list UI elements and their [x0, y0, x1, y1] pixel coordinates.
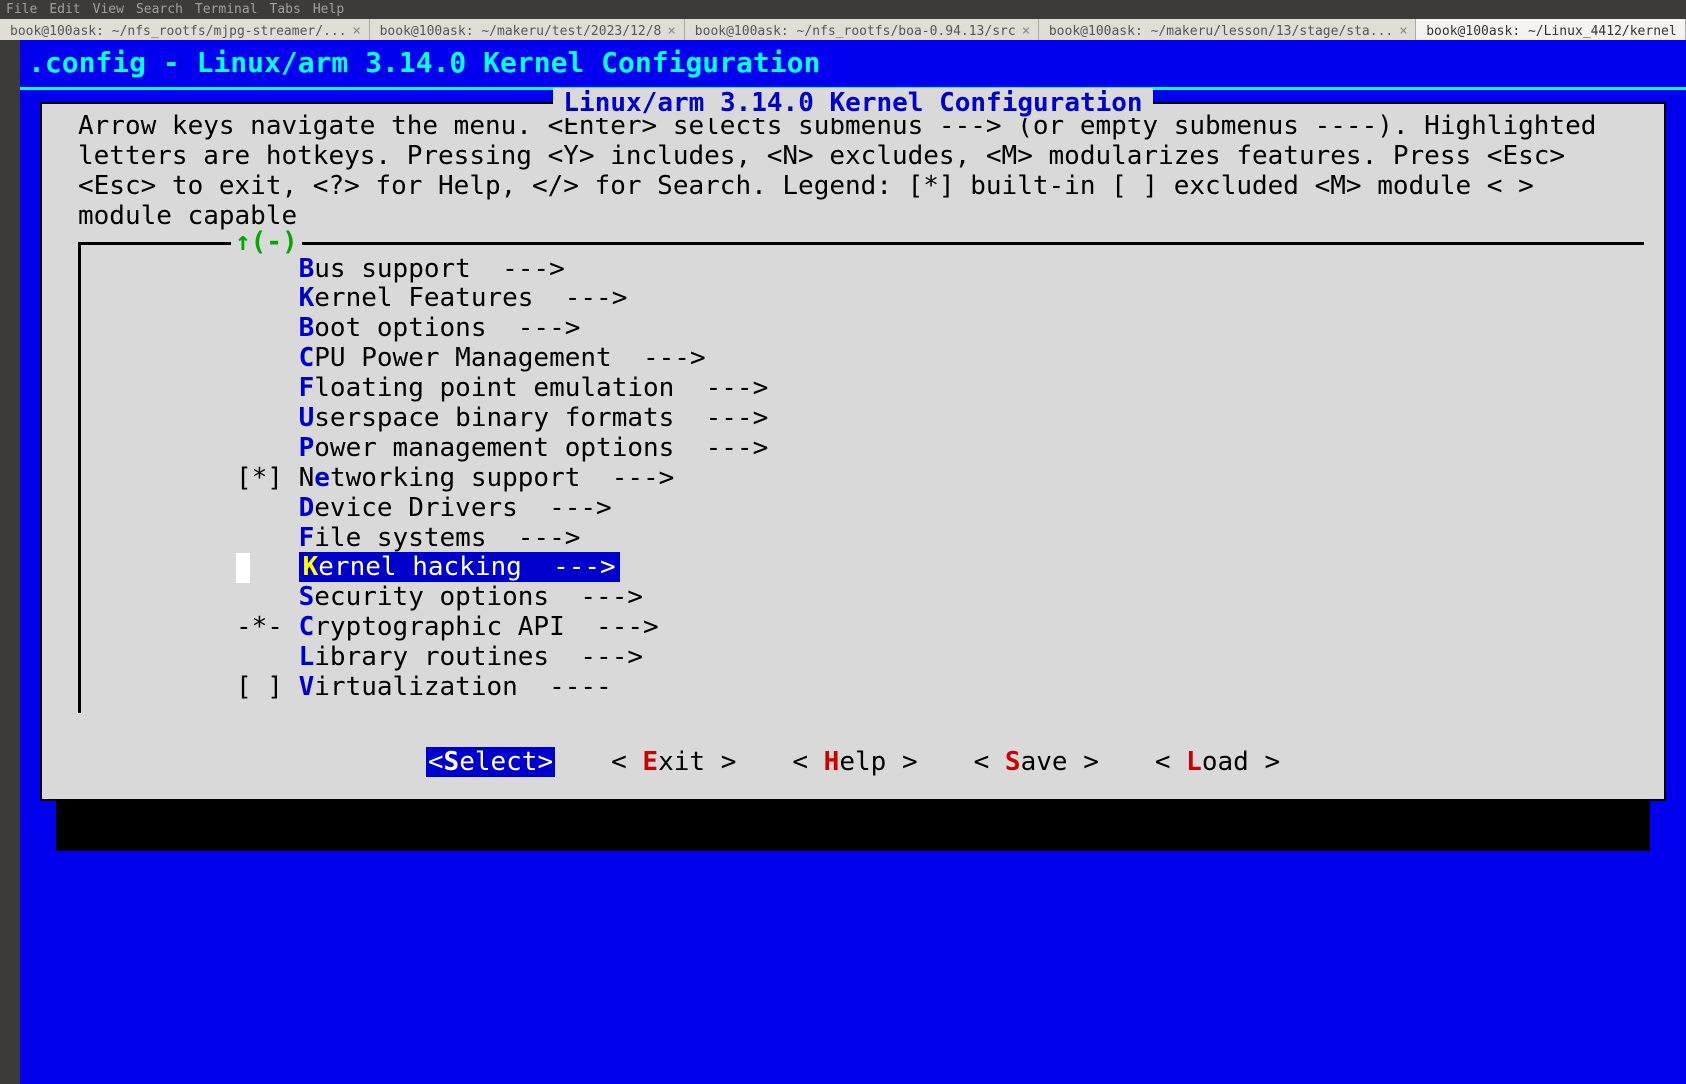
menu-item-9[interactable]: File systems --->	[81, 524, 1644, 554]
help-text: Arrow keys navigate the menu. <Enter> se…	[42, 104, 1664, 236]
button-s-3[interactable]: < Save >	[974, 747, 1099, 777]
button-e-1[interactable]: < Exit >	[611, 747, 736, 777]
bottom-black-bar	[56, 801, 1650, 851]
tab-label: book@100ask: ~/makeru/test/2023/12/8	[380, 24, 662, 39]
button-row: <Select> < Exit > < Help > < Save > < Load >	[42, 731, 1664, 799]
menu-item-10[interactable]: Kernel hacking --->	[81, 553, 1644, 583]
menu-item-6[interactable]: Power management options --->	[81, 434, 1644, 464]
close-icon[interactable]: ×	[353, 23, 361, 39]
menu-edit[interactable]: Edit	[49, 2, 80, 17]
menu-item-11[interactable]: Security options --->	[81, 583, 1644, 613]
button-s-0[interactable]: <Select>	[426, 747, 555, 777]
menu-item-5[interactable]: Userspace binary formats --->	[81, 404, 1644, 434]
close-icon[interactable]: ×	[1399, 23, 1407, 39]
menu-item-1[interactable]: Kernel Features --->	[81, 284, 1644, 314]
menu-item-14[interactable]: [ ] Virtualization ----	[81, 673, 1644, 703]
close-icon[interactable]: ×	[1022, 23, 1030, 39]
menu-terminal[interactable]: Terminal	[195, 2, 258, 17]
scroll-up-indicator: ↑(-)	[231, 227, 302, 257]
menu-item-7[interactable]: [*] Networking support --->	[81, 464, 1644, 494]
config-title: .config - Linux/arm 3.14.0 Kernel Config…	[20, 40, 1686, 85]
tab-label: book@100ask: ~/Linux_4412/kernel	[1426, 24, 1676, 39]
menu-search[interactable]: Search	[136, 2, 183, 17]
selection-marker	[236, 553, 250, 583]
menu-item-0[interactable]: Bus support --->	[81, 255, 1644, 285]
menu-item-13[interactable]: Library routines --->	[81, 643, 1644, 673]
config-box: Linux/arm 3.14.0 Kernel Configuration Ar…	[40, 102, 1666, 801]
tab-label: book@100ask: ~/nfs_rootfs/mjpg-streamer/…	[10, 24, 347, 39]
button-h-2[interactable]: < Help >	[792, 747, 917, 777]
menu-box: ↑(-) Bus support ---> Kernel Features --…	[78, 242, 1644, 713]
tab-label: book@100ask: ~/nfs_rootfs/boa-0.94.13/sr…	[695, 24, 1016, 39]
close-icon[interactable]: ×	[667, 23, 675, 39]
menubar: File Edit View Search Terminal Tabs Help	[0, 0, 1686, 19]
button-l-4[interactable]: < Load >	[1155, 747, 1280, 777]
menu-item-3[interactable]: CPU Power Management --->	[81, 344, 1644, 374]
menu-item-12[interactable]: -*- Cryptographic API --->	[81, 613, 1644, 643]
menu-tabs[interactable]: Tabs	[270, 2, 301, 17]
menu-view[interactable]: View	[93, 2, 124, 17]
terminal: .config - Linux/arm 3.14.0 Kernel Config…	[20, 40, 1686, 1084]
box-title: Linux/arm 3.14.0 Kernel Configuration	[553, 88, 1152, 118]
menu-help[interactable]: Help	[313, 2, 344, 17]
menu-file[interactable]: File	[6, 2, 37, 17]
tab-label: book@100ask: ~/makeru/lesson/13/stage/st…	[1049, 24, 1393, 39]
left-sidebar	[0, 40, 20, 1084]
menu-item-8[interactable]: Device Drivers --->	[81, 494, 1644, 524]
menu-item-2[interactable]: Boot options --->	[81, 314, 1644, 344]
menu-list[interactable]: Bus support ---> Kernel Features ---> Bo…	[81, 255, 1644, 703]
menu-item-4[interactable]: Floating point emulation --->	[81, 374, 1644, 404]
